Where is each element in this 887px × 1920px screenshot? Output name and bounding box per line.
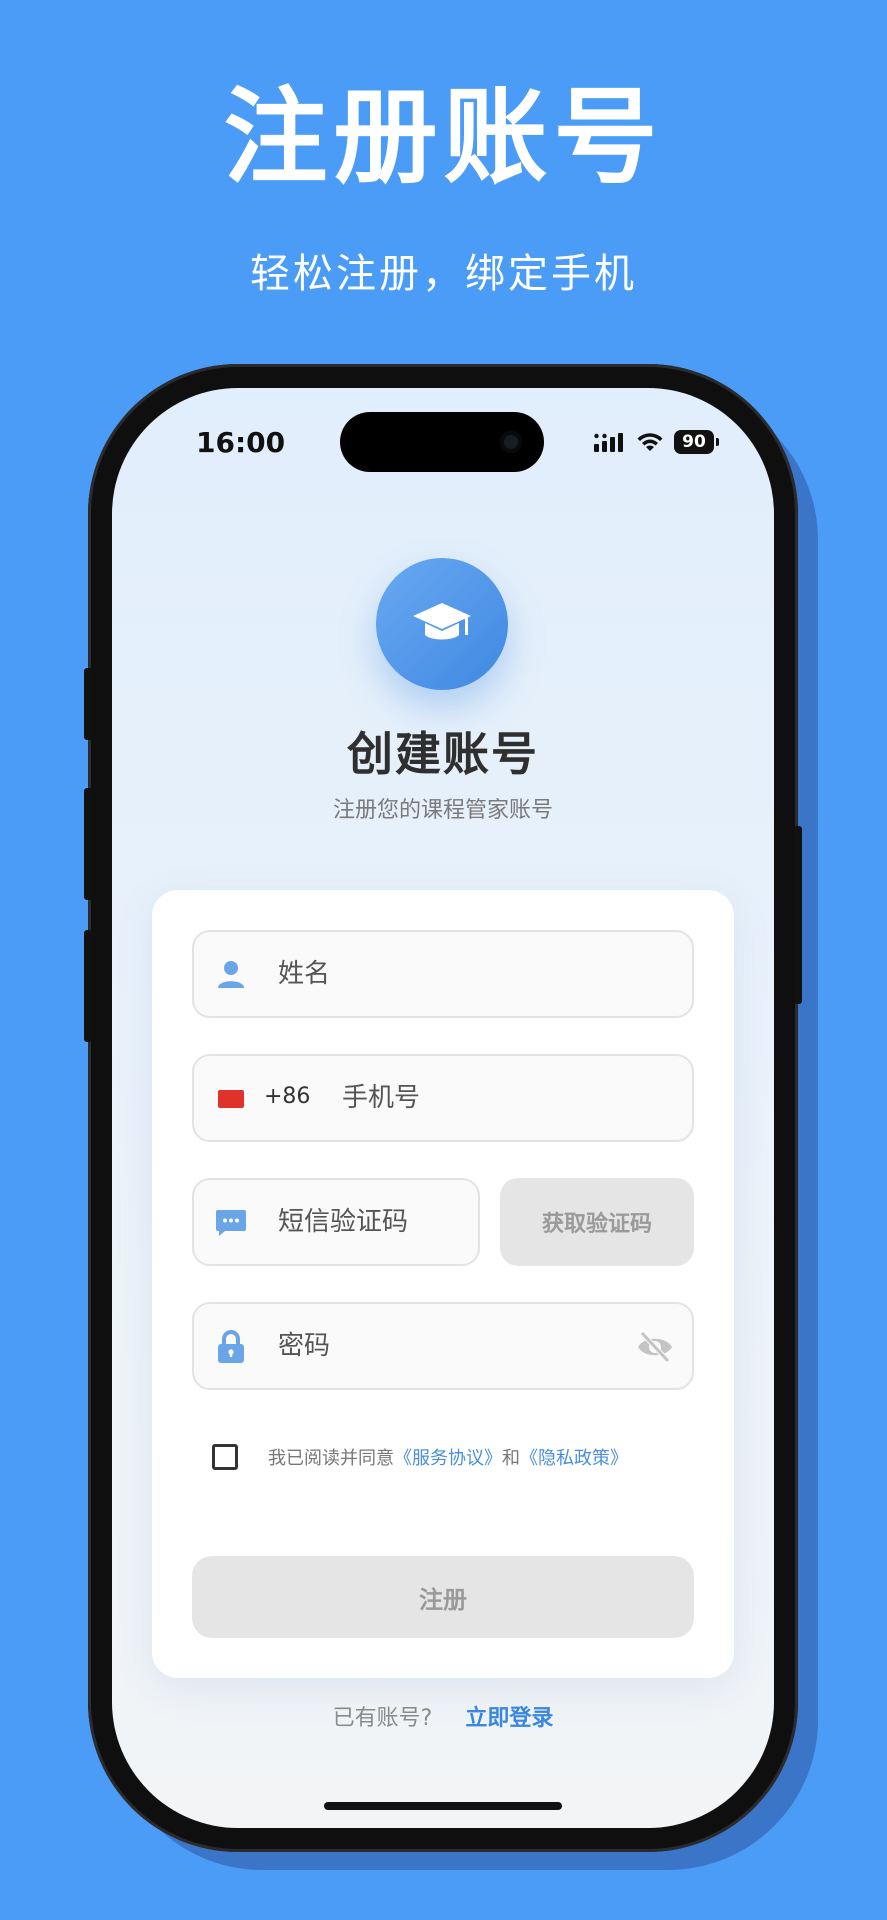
password-field[interactable] <box>192 1302 694 1390</box>
hero-title: 注册账号 <box>223 76 664 198</box>
home-indicator[interactable] <box>324 1802 562 1810</box>
service-agreement-link[interactable]: 《服务协议》 <box>394 1448 502 1469</box>
battery-icon: 90 <box>674 430 719 454</box>
status-icons: 90 <box>594 430 719 454</box>
screen-subtitle: 注册您的课程管家账号 <box>332 798 553 823</box>
name-input[interactable] <box>278 932 678 1016</box>
name-field[interactable] <box>192 930 694 1018</box>
login-prompt: 已有账号? <box>332 1706 433 1731</box>
phone-field[interactable]: +86 <box>192 1054 694 1142</box>
screen-title: 创建账号 <box>347 727 539 781</box>
hero-subtitle: 轻松注册，绑定手机 <box>250 251 637 297</box>
register-form-card: +86 获取验证码 <box>152 890 734 1678</box>
dynamic-island <box>340 412 544 472</box>
agreement-prefix: 我已阅读并同意 <box>268 1448 394 1469</box>
status-time: 16:00 <box>196 426 286 459</box>
phone-volume-up-button <box>84 788 92 900</box>
agreement-row: 我已阅读并同意《服务协议》和《隐私政策》 <box>212 1440 628 1474</box>
phone-power-button <box>794 826 802 1004</box>
phone-input[interactable] <box>342 1056 682 1140</box>
cellular-signal-icon <box>594 433 623 452</box>
phone-screen: 16:00 90 创建账号 注册您的课程管家账号 姓名 +86 手机号 短信验证… <box>112 388 774 1828</box>
register-button[interactable]: 注册 <box>192 1556 694 1638</box>
wifi-icon <box>637 433 663 451</box>
login-row: 已有账号? 立即登录 <box>112 1700 774 1732</box>
person-icon <box>214 958 248 992</box>
privacy-policy-link[interactable]: 《隐私政策》 <box>520 1448 628 1469</box>
country-code[interactable]: +86 <box>264 1084 310 1109</box>
phone-volume-down-button <box>84 930 92 1042</box>
app-logo <box>376 558 508 690</box>
front-camera <box>500 431 522 453</box>
agreement-and: 和 <box>502 1448 520 1469</box>
china-flag-icon <box>218 1090 244 1108</box>
sms-code-input[interactable] <box>278 1180 468 1264</box>
agreement-checkbox[interactable] <box>212 1444 238 1470</box>
agreement-text: 我已阅读并同意《服务协议》和《隐私政策》 <box>268 1444 628 1470</box>
sms-code-field[interactable] <box>192 1178 480 1266</box>
graduation-cap-icon <box>413 603 471 640</box>
password-input[interactable] <box>278 1304 608 1388</box>
eye-off-icon[interactable] <box>636 1330 674 1364</box>
get-code-button[interactable]: 获取验证码 <box>500 1178 694 1266</box>
lock-icon <box>214 1330 248 1364</box>
phone-action-button <box>84 668 92 740</box>
battery-level: 90 <box>682 432 706 452</box>
message-icon <box>214 1206 248 1240</box>
login-link[interactable]: 立即登录 <box>465 1706 553 1731</box>
